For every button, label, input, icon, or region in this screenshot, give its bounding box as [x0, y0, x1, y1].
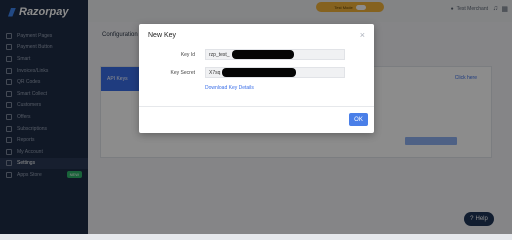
close-icon[interactable]: × — [360, 30, 365, 40]
modal-divider — [139, 106, 374, 107]
download-key-details-link[interactable]: Download Key Details — [205, 85, 254, 91]
key-secret-field[interactable]: X7sq — [205, 67, 345, 78]
key-id-value: rzp_test_ — [209, 51, 230, 58]
redaction-mark — [231, 50, 294, 59]
ok-button[interactable]: OK — [349, 113, 368, 126]
redaction-mark — [222, 68, 297, 77]
modal-title: New Key — [148, 32, 177, 39]
key-id-field[interactable]: rzp_test_ — [205, 49, 345, 60]
new-key-modal: New Key × Key Id rzp_test_ Key Secret X7… — [139, 24, 374, 133]
key-id-label: Key Id — [180, 52, 195, 58]
key-secret-value: X7sq — [209, 69, 221, 76]
key-secret-label: Key Secret — [170, 70, 195, 76]
